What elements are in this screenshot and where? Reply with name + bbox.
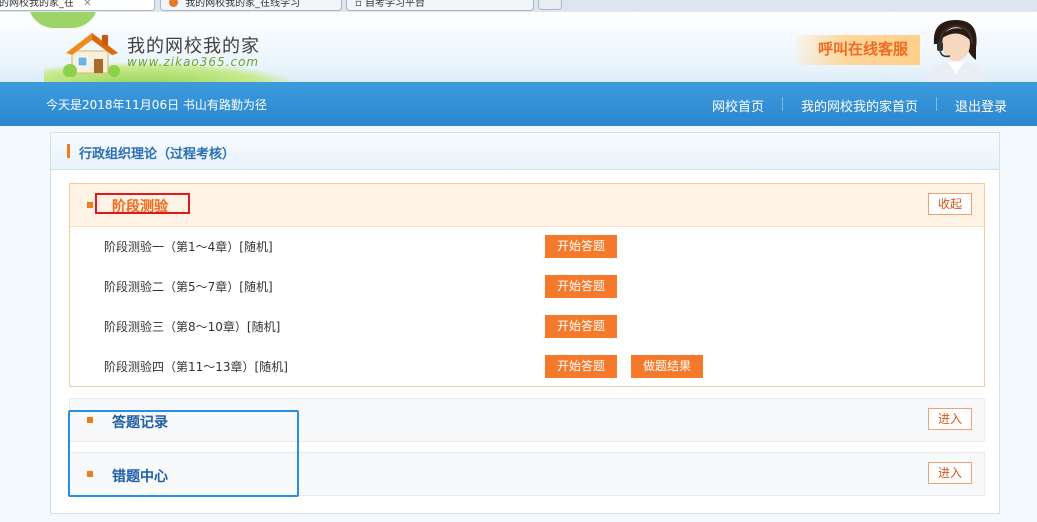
- browser-tab[interactable]: ▫ 自考学习平台: [346, 0, 534, 11]
- new-tab-button[interactable]: [538, 0, 562, 10]
- date-motto: 今天是2018年11月06日 书山有路勤为径: [46, 98, 267, 112]
- list-item: 阶段测验四（第11～13章）[随机] 开始答题 做题结果: [104, 354, 964, 378]
- nav-home-link[interactable]: 网校首页: [712, 96, 764, 115]
- course-title: 行政组织理论（过程考核）: [79, 147, 236, 162]
- enter-record-button[interactable]: 进入: [928, 408, 972, 430]
- nav-divider: [935, 97, 937, 111]
- stage-test-label: 阶段测验三（第8～10章）[随机]: [104, 320, 281, 334]
- page-icon: ▫: [355, 0, 362, 9]
- bullet-square-icon: [87, 202, 93, 208]
- view-result-button[interactable]: 做题结果: [631, 355, 704, 378]
- nav-links: 网校首页 我的网校我的家首页 退出登录: [712, 96, 1007, 115]
- customer-service-agent-icon: [926, 20, 986, 82]
- site-favicon-icon: [169, 0, 178, 7]
- course-panel-header: 行政组织理论（过程考核）: [51, 133, 999, 170]
- browser-tab-label: 我的网校我的家_在线学习: [185, 0, 301, 9]
- list-item: 阶段测验三（第8～10章）[随机] 开始答题: [104, 314, 964, 338]
- start-answer-button[interactable]: 开始答题: [545, 355, 618, 378]
- stage-test-label: 阶段测验二（第5～7章）[随机]: [104, 280, 273, 294]
- list-item: 阶段测验一（第1～4章）[随机] 开始答题: [104, 234, 964, 258]
- leaf-decoration: [28, 12, 98, 28]
- red-highlight-box: [95, 193, 190, 214]
- nav-my-school-link[interactable]: 我的网校我的家首页: [801, 96, 918, 115]
- online-service-link[interactable]: 呼叫在线客服: [818, 38, 908, 59]
- enter-wrong-button[interactable]: 进入: [928, 462, 972, 484]
- title-marker: [67, 144, 70, 158]
- stage-test-label: 阶段测验一（第1～4章）[随机]: [104, 240, 273, 254]
- site-header: 我的网校我的家 www.zikao365.com 呼叫在线客服: [0, 12, 1037, 82]
- logo-url: www.zikao365.com: [127, 55, 260, 69]
- stage-test-label: 阶段测验四（第11～13章）[随机]: [104, 360, 288, 374]
- top-nav-bar: 今天是2018年11月06日 书山有路勤为径 网校首页 我的网校我的家首页 退出…: [0, 82, 1037, 126]
- browser-tab[interactable]: 我的网校我的家_在线学习: [160, 0, 342, 11]
- nav-divider: [781, 97, 783, 111]
- start-answer-button[interactable]: 开始答题: [545, 315, 618, 338]
- browser-tab-label: 自考学习平台: [364, 0, 425, 9]
- house-logo-icon: [63, 33, 120, 77]
- browser-tab-active[interactable]: 我的网校我的家_在 ✕: [0, 0, 155, 11]
- collapse-button[interactable]: 收起: [928, 193, 972, 215]
- browser-tab-label: 我的网校我的家_在: [0, 0, 74, 9]
- stage-test-header: [70, 184, 984, 227]
- blue-highlight-box: [68, 410, 299, 497]
- start-answer-button[interactable]: 开始答题: [545, 235, 618, 258]
- list-item: 阶段测验二（第5～7章）[随机] 开始答题: [104, 274, 964, 298]
- tab-close-icon[interactable]: ✕: [83, 0, 91, 9]
- stage-test-section: 阶段测验 收起 阶段测验一（第1～4章）[随机] 开始答题 阶段测验二（第5～7…: [69, 183, 985, 387]
- nav-logout-link[interactable]: 退出登录: [955, 96, 1007, 115]
- start-answer-button[interactable]: 开始答题: [545, 275, 618, 298]
